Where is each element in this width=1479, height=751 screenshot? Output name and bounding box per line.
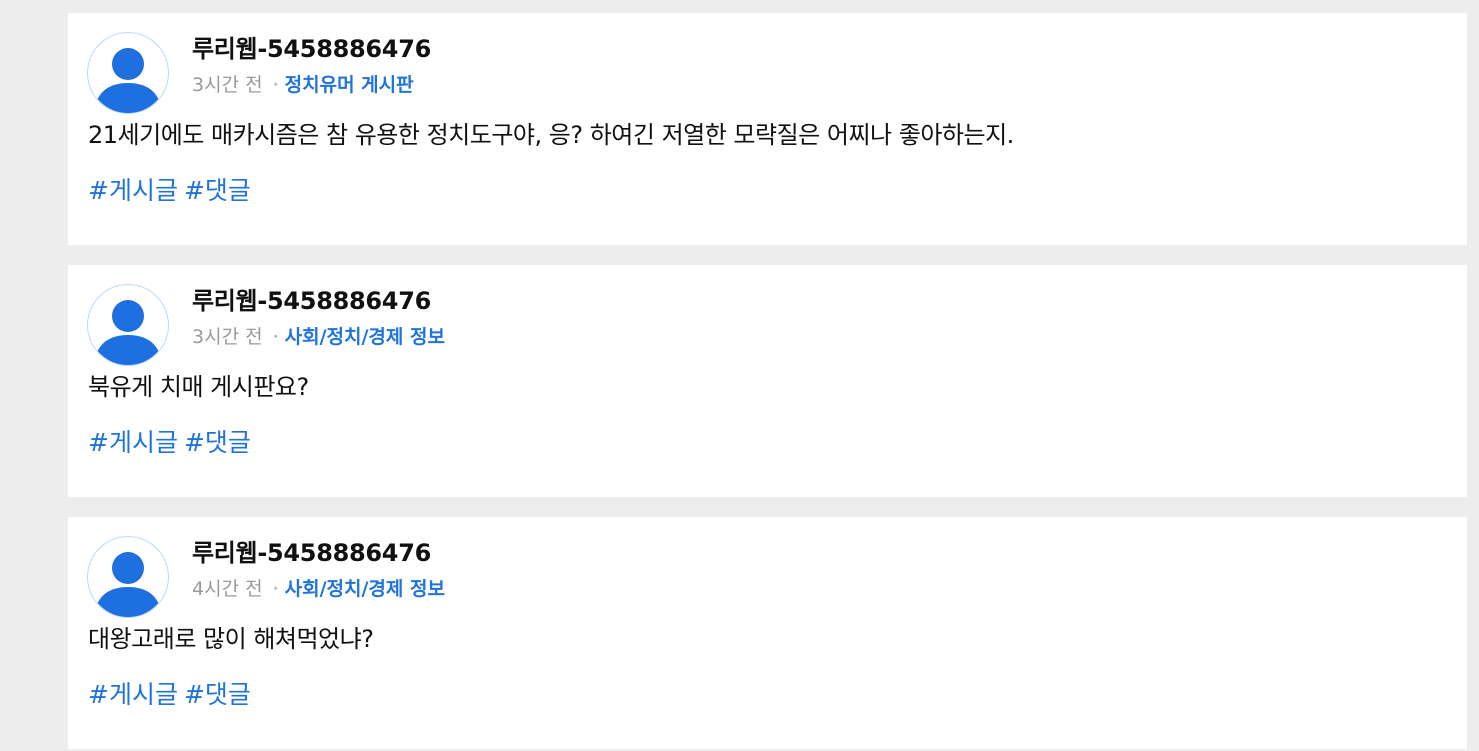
avatar-silhouette xyxy=(94,300,162,365)
post-card[interactable]: 루리웹-5458886476 3시간 전 · 정치유머 게시판 21세기에도 매카시… xyxy=(68,13,1467,245)
post-feed: 루리웹-5458886476 3시간 전 · 정치유머 게시판 21세기에도 매카시… xyxy=(0,0,1479,751)
user-avatar-icon[interactable] xyxy=(88,285,168,365)
user-avatar-icon[interactable] xyxy=(88,537,168,617)
meta-separator: · xyxy=(272,326,279,348)
post-time: 3시간 전 xyxy=(192,326,263,348)
post-meta: 4시간 전 · 사회/정치/경제 정보 xyxy=(192,574,445,601)
avatar-silhouette xyxy=(94,552,162,617)
post-author[interactable]: 루리웹-5458886476 xyxy=(192,533,431,568)
user-avatar-icon[interactable] xyxy=(88,33,168,113)
post-time: 3시간 전 xyxy=(192,74,263,96)
post-content[interactable]: 대왕고래로 많이 해쳐먹었냐? xyxy=(88,619,374,654)
post-time: 4시간 전 xyxy=(192,578,263,600)
board-link[interactable]: 사회/정치/경제 정보 xyxy=(285,578,445,600)
meta-separator: · xyxy=(272,578,279,600)
tag-posts[interactable]: #게시글 xyxy=(88,680,178,709)
post-meta: 3시간 전 · 정치유머 게시판 xyxy=(192,70,414,97)
meta-separator: · xyxy=(272,74,279,96)
post-tags: #게시글 #댓글 xyxy=(88,171,257,207)
post-card[interactable]: 루리웹-5458886476 3시간 전 · 사회/정치/경제 정보 북유게 치매 … xyxy=(68,265,1467,497)
post-meta: 3시간 전 · 사회/정치/경제 정보 xyxy=(192,322,445,349)
post-tags: #게시글 #댓글 xyxy=(88,423,257,459)
post-card[interactable]: 루리웹-5458886476 4시간 전 · 사회/정치/경제 정보 대왕고래로 많… xyxy=(68,517,1467,749)
board-link[interactable]: 정치유머 게시판 xyxy=(285,74,414,96)
board-link[interactable]: 사회/정치/경제 정보 xyxy=(285,326,445,348)
tag-posts[interactable]: #게시글 xyxy=(88,428,178,457)
tag-comments[interactable]: #댓글 xyxy=(184,680,251,709)
tag-posts[interactable]: #게시글 xyxy=(88,176,178,205)
tag-comments[interactable]: #댓글 xyxy=(184,428,251,457)
tag-comments[interactable]: #댓글 xyxy=(184,176,251,205)
avatar-silhouette xyxy=(94,48,162,113)
post-author[interactable]: 루리웹-5458886476 xyxy=(192,281,431,316)
post-author[interactable]: 루리웹-5458886476 xyxy=(192,29,431,64)
post-content[interactable]: 북유게 치매 게시판요? xyxy=(88,367,309,402)
post-content[interactable]: 21세기에도 매카시즘은 참 유용한 정치도구야, 응? 하여긴 저열한 모략질… xyxy=(88,115,1014,150)
post-tags: #게시글 #댓글 xyxy=(88,675,257,711)
